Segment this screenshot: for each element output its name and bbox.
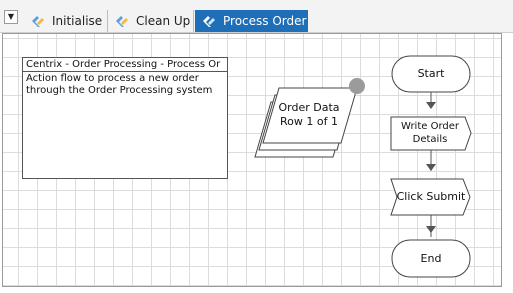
write-order-label: Write Order Details <box>391 120 469 146</box>
process-icon <box>116 16 128 27</box>
process-icon <box>203 16 215 27</box>
end-label: End <box>420 252 442 265</box>
arrow-icon <box>426 226 436 233</box>
process-canvas[interactable]: Centrix - Order Processing - Process Or … <box>2 33 502 287</box>
tab-dropdown-button[interactable]: ▼ <box>4 10 18 24</box>
write-order-line1: Write Order <box>401 121 459 132</box>
collection-indicator-icon <box>349 78 365 94</box>
arrow-icon <box>426 102 436 109</box>
collection-name: Order Data <box>278 101 340 114</box>
tab-initialise[interactable]: Initialise <box>24 10 108 32</box>
click-submit-label: Click Submit <box>396 190 466 203</box>
tab-clean-up[interactable]: Clean Up <box>108 10 194 32</box>
collection-rows: Row 1 of 1 <box>280 115 338 128</box>
tab-process-order[interactable]: Process Order <box>195 10 308 32</box>
tab-bar: ▼ Initialise Clean Up Process Order <box>0 0 513 33</box>
start-label: Start <box>417 67 445 80</box>
write-order-line2: Details <box>412 134 448 145</box>
arrow-icon <box>426 164 436 171</box>
collection-label: Order Data Row 1 of 1 <box>271 101 347 129</box>
process-icon <box>32 16 44 27</box>
tab-initialise-label: Initialise <box>52 14 103 28</box>
tab-clean-up-label: Clean Up <box>136 14 191 28</box>
tab-process-order-label: Process Order <box>223 14 307 28</box>
